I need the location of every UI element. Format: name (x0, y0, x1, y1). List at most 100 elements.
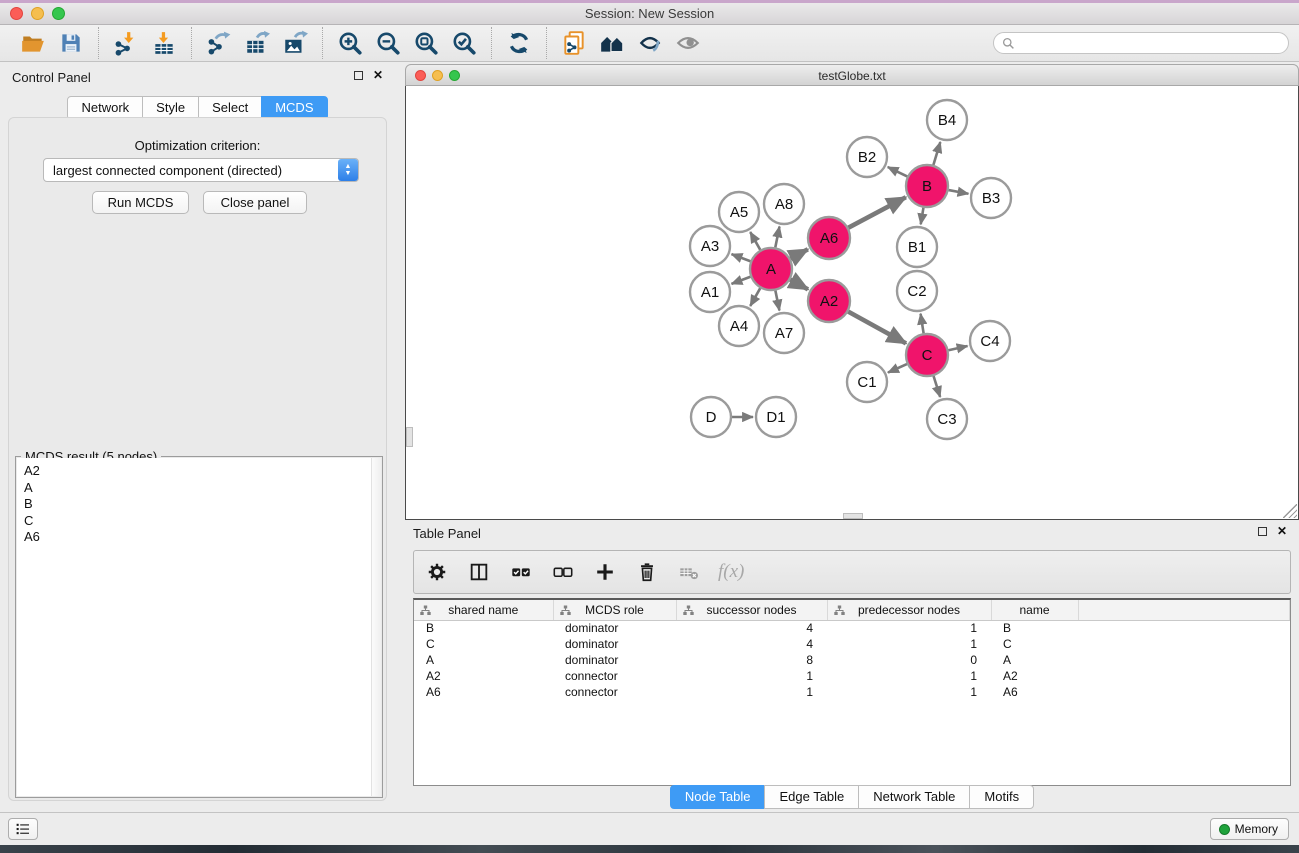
import-table-button[interactable] (145, 27, 183, 59)
criterion-dropdown[interactable]: largest connected component (directed) ▲… (43, 158, 359, 182)
graph-edge-C-C4[interactable] (948, 346, 967, 350)
save-session-button[interactable] (52, 27, 90, 59)
graph-edge-A6-B[interactable] (848, 197, 905, 227)
graph-node-B4[interactable]: B4 (927, 100, 967, 140)
table-tab-motifs[interactable]: Motifs (969, 785, 1034, 809)
graph-node-A2[interactable]: A2 (808, 280, 850, 322)
task-history-button[interactable] (8, 818, 38, 840)
mcds-result-list[interactable]: A2ABCA6 (17, 458, 381, 796)
graph-edge-A-A8[interactable] (775, 227, 779, 248)
graph-edge-A-A7[interactable] (775, 291, 779, 311)
column-header-name[interactable]: name (991, 600, 1078, 620)
canvas-side-handle[interactable] (406, 427, 413, 447)
function-builder-button[interactable]: f(x) (718, 561, 744, 583)
search-input[interactable] (1015, 34, 1288, 52)
zoom-selected-button[interactable] (445, 27, 483, 59)
graph-edge-A-A3[interactable] (732, 254, 751, 261)
graph-node-A3[interactable]: A3 (690, 226, 730, 266)
table-cell[interactable]: B (991, 620, 1078, 636)
table-cell[interactable]: A2 (991, 668, 1078, 684)
duplicate-network-button[interactable] (555, 27, 593, 59)
graph-node-C1[interactable]: C1 (847, 362, 887, 402)
table-cell[interactable]: dominator (553, 652, 676, 668)
table-cell[interactable]: dominator (553, 636, 676, 652)
table-row[interactable]: Cdominator41C (414, 636, 1290, 652)
float-table-panel-icon[interactable] (1258, 527, 1267, 536)
table-cell[interactable]: 0 (827, 652, 991, 668)
delete-column-button[interactable] (634, 559, 660, 585)
graph-edge-B-B1[interactable] (921, 208, 924, 225)
graph-node-C2[interactable]: C2 (897, 271, 937, 311)
result-item[interactable]: A (24, 480, 381, 497)
network-window-titlebar[interactable]: testGlobe.txt (405, 64, 1299, 86)
column-header-predecessor-nodes[interactable]: predecessor nodes (827, 600, 991, 620)
graph-edge-C-C3[interactable] (934, 376, 941, 397)
table-cell[interactable]: B (414, 620, 553, 636)
show-graphics-details-button[interactable] (631, 27, 669, 59)
graph-node-A7[interactable]: A7 (764, 313, 804, 353)
graph-node-B1[interactable]: B1 (897, 227, 937, 267)
close-panel-button[interactable]: Close panel (203, 191, 307, 214)
graph-node-B3[interactable]: B3 (971, 178, 1011, 218)
delete-table-button[interactable] (676, 559, 702, 585)
export-table-button[interactable] (238, 27, 276, 59)
table-cell[interactable]: 1 (827, 636, 991, 652)
graph-edge-A-A1[interactable] (732, 277, 751, 284)
table-tab-edge-table[interactable]: Edge Table (764, 785, 859, 809)
select-all-columns-button[interactable] (508, 559, 534, 585)
export-image-button[interactable] (276, 27, 314, 59)
table-cell[interactable]: 1 (676, 668, 827, 684)
table-row[interactable]: Bdominator41B (414, 620, 1290, 636)
result-item[interactable]: A6 (24, 529, 381, 546)
close-panel-icon[interactable]: ✕ (373, 71, 383, 80)
run-mcds-button[interactable]: Run MCDS (92, 191, 189, 214)
table-cell[interactable]: C (991, 636, 1078, 652)
table-cell[interactable]: 1 (827, 668, 991, 684)
toggle-bird-view-button[interactable] (669, 27, 707, 59)
graph-node-A1[interactable]: A1 (690, 272, 730, 312)
graph-node-A5[interactable]: A5 (719, 192, 759, 232)
canvas-bottom-handle[interactable] (843, 513, 863, 519)
graph-edge-A-A2[interactable] (790, 280, 808, 290)
column-header-MCDS-role[interactable]: MCDS role (553, 600, 676, 620)
table-cell[interactable]: connector (553, 684, 676, 700)
float-panel-icon[interactable] (354, 71, 363, 80)
graph-edge-A-A4[interactable] (750, 288, 760, 306)
table-cell[interactable]: connector (553, 668, 676, 684)
result-item[interactable]: A2 (24, 463, 381, 480)
table-tab-network-table[interactable]: Network Table (858, 785, 970, 809)
graph-node-D1[interactable]: D1 (756, 397, 796, 437)
search-field[interactable] (993, 32, 1289, 54)
network-canvas[interactable]: AA1A2A3A4A5A6A7A8BB1B2B3B4CC1C2C3C4DD1 (405, 86, 1299, 520)
memory-button[interactable]: Memory (1210, 818, 1289, 840)
close-table-panel-icon[interactable]: ✕ (1277, 527, 1287, 536)
network-graph[interactable]: AA1A2A3A4A5A6A7A8BB1B2B3B4CC1C2C3C4DD1 (406, 86, 1298, 519)
table-tab-node-table[interactable]: Node Table (670, 785, 766, 809)
table-cell[interactable]: A6 (414, 684, 553, 700)
graph-node-B2[interactable]: B2 (847, 137, 887, 177)
graph-node-A6[interactable]: A6 (808, 217, 850, 259)
table-cell[interactable]: A6 (991, 684, 1078, 700)
table-row[interactable]: A6connector11A6 (414, 684, 1290, 700)
export-network-button[interactable] (200, 27, 238, 59)
import-network-button[interactable] (107, 27, 145, 59)
table-settings-button[interactable] (424, 559, 450, 585)
add-column-button[interactable] (592, 559, 618, 585)
graph-node-A[interactable]: A (750, 248, 792, 290)
apply-layout-button[interactable] (500, 27, 538, 59)
table-row[interactable]: Adominator80A (414, 652, 1290, 668)
graph-edge-C-C2[interactable] (921, 314, 924, 334)
result-item[interactable]: B (24, 496, 381, 513)
result-item[interactable]: C (24, 513, 381, 530)
graph-node-A4[interactable]: A4 (719, 306, 759, 346)
graph-edge-B-B4[interactable] (933, 142, 940, 165)
show-welcome-button[interactable] (593, 27, 631, 59)
table-cell[interactable]: 1 (676, 684, 827, 700)
table-cell[interactable]: 1 (827, 620, 991, 636)
graph-edge-A-A6[interactable] (790, 249, 807, 258)
table-cell[interactable]: A (414, 652, 553, 668)
result-scrollbar[interactable] (371, 458, 381, 796)
graph-node-C3[interactable]: C3 (927, 399, 967, 439)
table-cell[interactable]: dominator (553, 620, 676, 636)
graph-node-C[interactable]: C (906, 334, 948, 376)
